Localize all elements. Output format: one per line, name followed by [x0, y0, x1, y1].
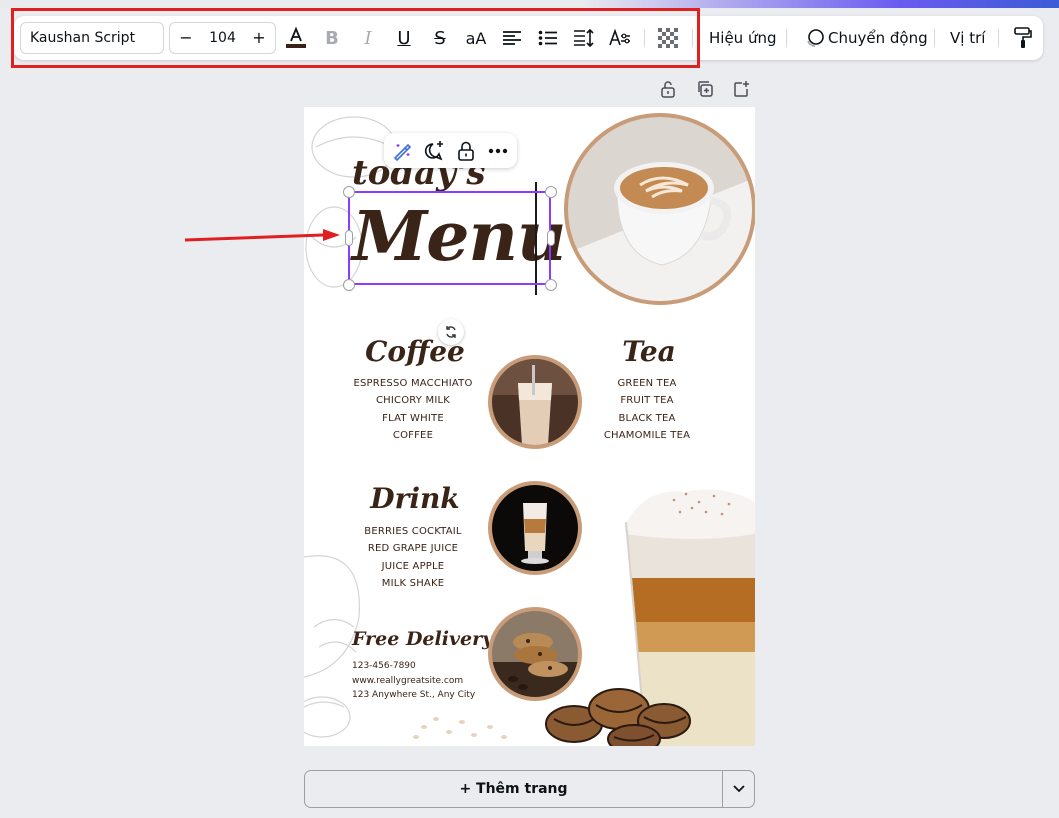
- rotate-handle[interactable]: [438, 319, 464, 345]
- drink-items[interactable]: BERRIES COCKTAIL RED GRAPE JUICE JUICE A…: [346, 523, 480, 592]
- menu-item: FLAT WHITE: [382, 412, 444, 424]
- menu-item: BERRIES COCKTAIL: [364, 526, 462, 537]
- line-spacing-icon: [574, 29, 594, 47]
- contact-info[interactable]: 123-456-7890 www.reallygreatsite.com 123…: [352, 659, 475, 703]
- lock-page-button[interactable]: [657, 78, 679, 100]
- drink-title[interactable]: Drink: [352, 478, 478, 520]
- bold-button[interactable]: B: [317, 23, 347, 53]
- add-comment-button[interactable]: [422, 139, 446, 163]
- paint-roller-icon: [1014, 27, 1032, 48]
- spacing-button[interactable]: [569, 23, 599, 53]
- text-style-button[interactable]: [605, 23, 635, 53]
- latte-glass-photo: [488, 481, 582, 575]
- text-settings-icon: [609, 29, 630, 46]
- tea-items[interactable]: GREEN TEA FRUIT TEA BLACK TEA CHAMOMILE …: [592, 375, 702, 444]
- resize-handle-top-right[interactable]: [545, 186, 557, 198]
- menu-item: MILK SHAKE: [381, 577, 445, 589]
- resize-handle-top-left[interactable]: [343, 186, 355, 198]
- tea-title[interactable]: Tea: [596, 331, 702, 373]
- decrease-font-size-button[interactable]: −: [172, 23, 200, 53]
- menu-item: ESPRESSO MACCHIATO: [353, 378, 473, 389]
- bullet-list-icon: [538, 30, 557, 46]
- duplicate-icon: [698, 81, 713, 97]
- chevron-down-icon: [733, 785, 745, 793]
- transparency-button[interactable]: [653, 23, 683, 53]
- add-page-icon: [734, 81, 749, 97]
- resize-handle-right[interactable]: [547, 230, 555, 246]
- menu-item: RED GRAPE JUICE: [367, 543, 459, 555]
- menu-item: CHICORY MILK: [375, 395, 450, 407]
- rotate-icon: [446, 326, 456, 338]
- underline-button[interactable]: U: [389, 23, 419, 53]
- address-text: 123 Anywhere St., Any City: [352, 690, 476, 700]
- font-size-input[interactable]: 104: [200, 23, 245, 53]
- toolbar-divider: [786, 29, 787, 47]
- text-color-button[interactable]: [281, 23, 311, 53]
- menu-item: JUICE APPLE: [381, 560, 445, 572]
- more-icon: [488, 148, 508, 154]
- add-page-options-button[interactable]: [723, 771, 755, 807]
- toolbar-divider: [692, 29, 693, 47]
- top-gradient-strip: [0, 0, 1059, 8]
- italic-icon: I: [364, 27, 372, 49]
- italic-button[interactable]: I: [353, 23, 383, 53]
- lock-icon: [458, 141, 474, 161]
- design-page[interactable]: today's Menu Coffee ESPRESSO MACCHIATO C…: [304, 107, 755, 746]
- text-cursor: [535, 182, 537, 295]
- more-options-button[interactable]: [486, 139, 510, 163]
- position-button[interactable]: Vị trí: [950, 27, 985, 49]
- coffee-beans-illustration: [545, 688, 691, 746]
- add-page-icon-button[interactable]: [730, 78, 752, 100]
- resize-handle-bottom-right[interactable]: [545, 279, 557, 291]
- annotation-arrow: [184, 229, 340, 242]
- toolbar-divider: [934, 29, 935, 47]
- font-family-select[interactable]: Kaushan Script: [20, 22, 164, 54]
- floating-element-toolbar: [384, 133, 517, 168]
- resize-handle-left[interactable]: [345, 230, 353, 246]
- delivery-title[interactable]: Free Delivery: [352, 625, 493, 653]
- website-text: www.reallygreatsite.com: [352, 675, 464, 686]
- underline-icon: U: [397, 27, 411, 49]
- phone-text: 123-456-7890: [352, 661, 416, 671]
- iced-coffee-photo: [488, 355, 582, 449]
- letter-case-icon: aA: [465, 28, 487, 48]
- menu-item: CHAMOMILE TEA: [603, 429, 691, 441]
- heading-menu-text[interactable]: Menu: [352, 191, 566, 283]
- font-size-stepper: − 104 +: [169, 22, 276, 54]
- align-button[interactable]: [497, 23, 527, 53]
- coffee-items[interactable]: ESPRESSO MACCHIATO CHICORY MILK FLAT WHI…: [346, 375, 480, 444]
- resize-handle-bottom-left[interactable]: [343, 279, 355, 291]
- toolbar-divider: [998, 29, 999, 47]
- align-left-icon: [503, 31, 521, 45]
- add-page-button[interactable]: + Thêm trang: [305, 771, 722, 807]
- text-toolbar: Kaushan Script − 104 + B I U S aA Hiệu ứ…: [14, 16, 1043, 60]
- toolbar-divider: [644, 29, 645, 47]
- lock-element-button[interactable]: [454, 139, 478, 163]
- effects-button[interactable]: Hiệu ứng: [709, 27, 777, 49]
- add-page-bar: + Thêm trang: [304, 770, 755, 808]
- bold-icon: B: [325, 27, 339, 49]
- magic-edit-button[interactable]: [390, 139, 414, 163]
- menu-item: BLACK TEA: [618, 412, 676, 424]
- duplicate-page-button[interactable]: [694, 78, 716, 100]
- text-color-icon: [286, 26, 306, 48]
- menu-item: GREEN TEA: [617, 378, 677, 389]
- menu-item: COFFEE: [392, 429, 434, 441]
- magic-edit-icon: [393, 143, 412, 161]
- letter-case-button[interactable]: aA: [461, 23, 491, 53]
- strikethrough-button[interactable]: S: [425, 23, 455, 53]
- comment-add-icon: [424, 141, 443, 161]
- menu-item: FRUIT TEA: [620, 395, 674, 407]
- increase-font-size-button[interactable]: +: [245, 23, 273, 53]
- list-button[interactable]: [533, 23, 563, 53]
- latte-cup-photo: [564, 113, 755, 305]
- animate-icon: [807, 29, 824, 47]
- strikethrough-icon: S: [434, 27, 446, 49]
- lock-icon: [661, 81, 675, 98]
- copy-style-button[interactable]: [1008, 23, 1038, 53]
- transparency-icon: [658, 28, 678, 48]
- animate-button[interactable]: Chuyển động: [828, 27, 928, 49]
- animate-icon-wrap: [800, 23, 830, 53]
